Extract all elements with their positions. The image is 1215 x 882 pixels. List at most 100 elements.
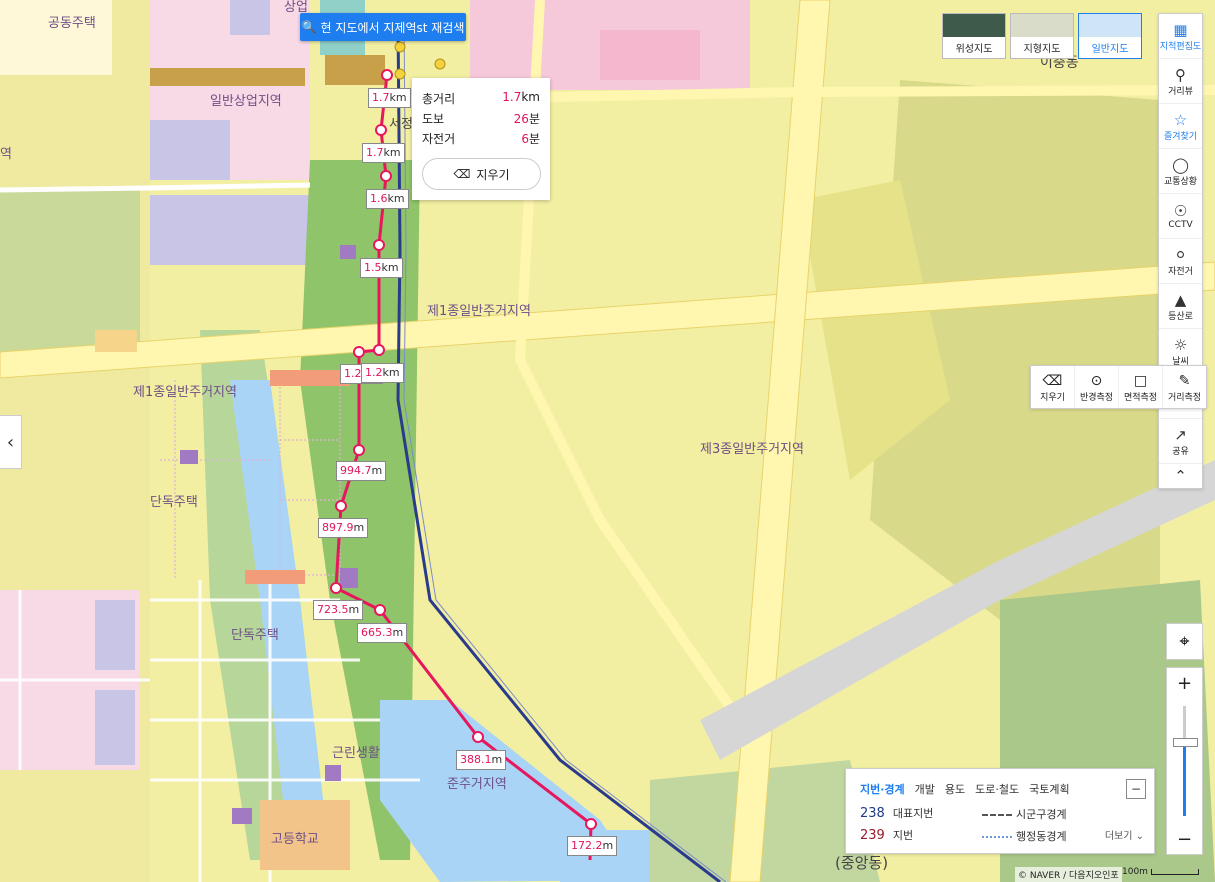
distance-label: 172.2m — [567, 836, 618, 856]
zoom-control: + − — [1166, 667, 1203, 855]
dashed-line-swatch — [982, 814, 1012, 816]
legend-collapse-button[interactable]: − — [1126, 779, 1146, 799]
zone-label-class1-residential-left: 제1종일반주거지역 — [133, 385, 237, 400]
map-canvas[interactable] — [0, 0, 1215, 882]
legend-more-button[interactable]: 더보기 ⌄ — [1105, 827, 1144, 842]
legend-text: 행정동경계 — [1016, 830, 1067, 843]
route-info-card: 총거리 1.7km 도보 26분 자전거 6분 ⌫ 지우기 — [412, 78, 550, 200]
traffic-light-icon: ◯ — [1172, 155, 1189, 174]
crosshair-icon: ⌖ — [1179, 631, 1190, 652]
measure-radius[interactable]: ⊙ 반경측정 — [1075, 366, 1119, 408]
plus-icon: + — [1176, 672, 1193, 694]
research-here-button[interactable]: 🔍 현 지도에서 지제역st 재검색 — [300, 13, 466, 41]
clear-route-button[interactable]: ⌫ 지우기 — [422, 158, 541, 190]
map-type-satellite[interactable]: 위성지도 — [942, 13, 1006, 59]
scale-label: 100m — [1122, 867, 1148, 877]
zone-label-detached-housing-1: 단독주택 — [150, 495, 198, 510]
legend-more-label: 더보기 — [1104, 831, 1133, 842]
toolbar-collapse-button[interactable]: ⌃ — [1159, 464, 1202, 488]
tool-bicycle[interactable]: ⚪ 자전거 — [1159, 239, 1202, 284]
zoom-slider-handle[interactable] — [1173, 738, 1198, 747]
scale-bar-graphic — [1150, 868, 1199, 875]
map-type-label: 위성지도 — [955, 44, 993, 55]
general-thumbnail — [1079, 14, 1141, 37]
map-type-label: 일반지도 — [1091, 44, 1129, 55]
distance-label: 388.1m — [456, 750, 507, 770]
sun-icon: ☼ — [1173, 335, 1188, 354]
layers-icon: ▦ — [1173, 20, 1188, 39]
zone-label-semi-residential: 준주거지역 — [447, 777, 507, 792]
tool-label: 공유 — [1172, 446, 1189, 457]
minus-icon: − — [1130, 782, 1142, 796]
minus-icon: − — [1176, 828, 1193, 850]
pin-icon: ⚲ — [1175, 65, 1186, 84]
zone-label-public-housing: 공동주택 — [48, 16, 96, 31]
map-type-general[interactable]: 일반지도 — [1078, 13, 1142, 59]
area-icon: □ — [1133, 372, 1148, 389]
walk-time-row: 도보 26분 — [422, 110, 540, 127]
legend-tabs: 지번·경계 개발 용도 도로·철도 국토계획 — [860, 781, 1070, 797]
chevron-left-icon: ‹ — [6, 431, 15, 453]
map-type-selector: 위성지도 지형지도 일반지도 — [942, 13, 1142, 59]
measure-area[interactable]: □ 면적측정 — [1119, 366, 1163, 408]
measure-distance[interactable]: ✎ 거리측정 — [1163, 366, 1206, 408]
tool-hiking[interactable]: ▲ 등산로 — [1159, 284, 1202, 329]
distance-label: 1.2km — [361, 363, 404, 383]
radius-icon: ⊙ — [1090, 372, 1103, 389]
zoom-out-button[interactable]: − — [1167, 824, 1202, 854]
measure-tools-bar: ⌫ 지우기 ⊙ 반경측정 □ 면적측정 ✎ 거리측정 — [1030, 365, 1207, 409]
total-distance-label: 총거리 — [422, 92, 456, 106]
zone-label-class3-residential: 제3종일반주거지역 — [700, 442, 804, 457]
measure-clear[interactable]: ⌫ 지우기 — [1031, 366, 1075, 408]
bicycle-icon: ⚪ — [1174, 245, 1187, 264]
legend-text: 시군구경계 — [1016, 808, 1067, 821]
tool-cctv[interactable]: ☉ CCTV — [1159, 194, 1202, 239]
legend-row-lot: 239 지번 — [860, 827, 913, 843]
legend-tab-usage[interactable]: 용도 — [945, 781, 965, 797]
tool-cadastral[interactable]: ▦ 지적편집도 — [1159, 14, 1202, 59]
panel-toggle-button[interactable]: ‹ — [0, 415, 22, 469]
my-location-button[interactable]: ⌖ — [1166, 623, 1203, 660]
dong-label-jungang: (중앙동) — [835, 854, 889, 872]
tool-label: 자전거 — [1168, 266, 1193, 277]
measure-label: 반경측정 — [1079, 392, 1114, 403]
tool-street-view[interactable]: ⚲ 거리뷰 — [1159, 59, 1202, 104]
legend-row-representative-lot: 238 대표지번 — [860, 805, 933, 821]
zone-label-neighborhood: 근린생활 — [332, 746, 380, 761]
bike-time-value: 6분 — [521, 132, 540, 146]
tool-favorites[interactable]: ☆ 즐겨찾기 — [1159, 104, 1202, 149]
distance-label: 1.7km — [362, 143, 405, 163]
legend-tab-road-rail[interactable]: 도로·철도 — [975, 781, 1019, 797]
tool-traffic[interactable]: ◯ 교통상황 — [1159, 149, 1202, 194]
legend-tab-development[interactable]: 개발 — [915, 781, 935, 797]
zone-label-station-partial: 역 — [0, 147, 12, 162]
tool-label: 즐겨찾기 — [1163, 131, 1198, 142]
zone-label-class1-residential-center: 제1종일반주거지역 — [427, 304, 531, 319]
map-side-toolbar: ▦ 지적편집도 ⚲ 거리뷰 ☆ 즐겨찾기 ◯ 교통상황 ☉ CCTV ⚪ 자전거 ▲ 등산로 … — [1158, 13, 1203, 489]
zone-label-detached-housing-2: 단독주택 — [231, 628, 279, 643]
zone-label-high-school: 고등학교 — [271, 832, 319, 847]
cctv-icon: ☉ — [1173, 202, 1188, 220]
legend-tab-lot-boundary[interactable]: 지번·경계 — [860, 781, 905, 797]
distance-label: 1.5km — [360, 258, 403, 278]
tool-share[interactable]: ↗ 공유 — [1159, 419, 1202, 464]
distance-label: 897.9m — [318, 518, 369, 538]
research-here-label: 현 지도에서 지제역st 재검색 — [320, 20, 465, 35]
tool-label: CCTV — [1168, 220, 1193, 230]
dotted-line-swatch — [982, 836, 1012, 838]
legend-text: 대표지번 — [892, 807, 934, 820]
legend-row-city-boundary: 시군구경계 — [982, 806, 1067, 822]
distance-label: 723.5m — [313, 600, 364, 620]
eraser-icon: ⌫ — [1042, 372, 1063, 389]
zoom-level-fill — [1183, 743, 1186, 816]
search-icon: 🔍 — [301, 20, 317, 34]
eraser-icon: ⌫ — [453, 167, 471, 181]
distance-label: 1.7km — [368, 88, 411, 108]
map-scale: 100m — [1122, 867, 1199, 877]
zoom-in-button[interactable]: + — [1167, 668, 1202, 698]
walk-time-value: 26분 — [513, 112, 540, 126]
map-copyright: © NAVER / 다음지오인포 — [1015, 867, 1122, 882]
legend-tab-national-planning[interactable]: 국토계획 — [1029, 781, 1069, 797]
map-type-terrain[interactable]: 지형지도 — [1010, 13, 1074, 59]
tool-label: 지적편집도 — [1159, 41, 1202, 52]
